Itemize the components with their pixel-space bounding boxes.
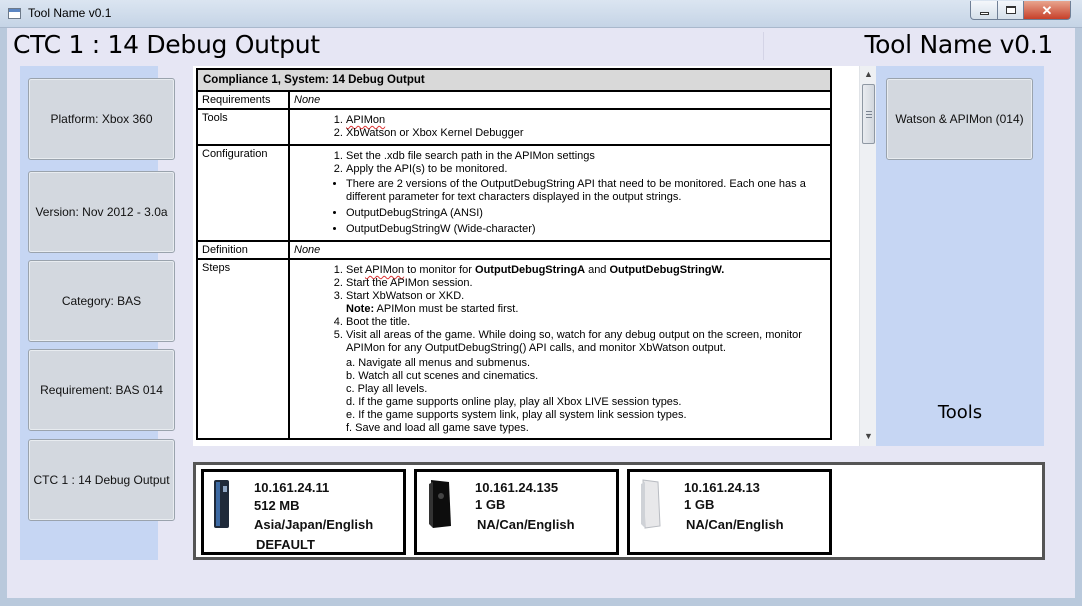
definition-label: Definition	[196, 240, 290, 260]
step-text: to monitor for	[404, 264, 476, 276]
substep: a. Navigate all menus and submenus.	[346, 357, 531, 369]
console-region: NA/Can/English	[477, 517, 575, 532]
substep: f. Save and load all game save types.	[346, 422, 529, 434]
document-viewer[interactable]: Compliance 1, System: 14 Debug Output Re…	[193, 66, 859, 446]
app-icon	[8, 8, 21, 19]
substep: e. If the game supports system link, pla…	[346, 409, 687, 421]
configuration-bullet: There are 2 versions of the OutputDebugS…	[346, 178, 826, 204]
console-card[interactable]: 10.161.24.13 1 GB NA/Can/English	[627, 469, 832, 555]
console-memory: 1 GB	[684, 497, 715, 512]
window-title: Tool Name v0.1	[28, 6, 112, 20]
tools-label: Tools	[196, 108, 290, 146]
step-text: APIMon	[364, 264, 405, 276]
step-item: Start the APIMon session.	[346, 277, 826, 290]
maximize-button[interactable]	[997, 1, 1024, 20]
xbox-console-icon	[214, 480, 229, 528]
step-item: Start XbWatson or XKD.	[346, 290, 465, 302]
version-button[interactable]: Version: Nov 2012 - 3.0a	[28, 171, 175, 253]
page-title: CTC 1 : 14 Debug Output	[13, 30, 320, 59]
console-list: 10.161.24.11 512 MB Asia/Japan/English D…	[193, 462, 1045, 560]
scroll-thumb[interactable]	[862, 84, 875, 144]
main-window-client: CTC 1 : 14 Debug Output Tool Name v0.1 P…	[7, 28, 1075, 598]
scroll-up-icon[interactable]: ▲	[860, 66, 877, 82]
watson-apimon-button[interactable]: Watson & APIMon (014)	[886, 78, 1033, 160]
substep: b. Watch all cut scenes and cinematics.	[346, 370, 539, 382]
console-card[interactable]: 10.161.24.135 1 GB NA/Can/English	[414, 469, 619, 555]
configuration-bullet: OutputDebugStringW (Wide-character)	[346, 223, 826, 236]
requirement-button[interactable]: Requirement: BAS 014	[28, 349, 175, 431]
grip-icon	[865, 110, 872, 118]
requirements-label: Requirements	[196, 90, 290, 110]
close-icon: ✕	[1041, 2, 1053, 18]
configuration-item: Set the .xdb file search path in the API…	[346, 150, 826, 163]
window-titlebar: Tool Name v0.1 ✕	[0, 0, 1082, 28]
ctc-button[interactable]: CTC 1 : 14 Debug Output	[28, 439, 175, 521]
minimize-button[interactable]	[970, 1, 998, 20]
step-item: Visit all areas of the game. While doing…	[346, 329, 826, 355]
header-divider	[763, 32, 764, 60]
console-card[interactable]: 10.161.24.11 512 MB Asia/Japan/English D…	[201, 469, 406, 555]
minimize-icon	[979, 11, 989, 15]
step-item: Boot the title.	[346, 316, 826, 329]
console-region: Asia/Japan/English	[254, 517, 374, 532]
console-region: NA/Can/English	[686, 517, 784, 532]
step-text: OutputDebugStringW.	[609, 264, 725, 276]
definition-value: None	[288, 240, 832, 260]
substep: d. If the game supports online play, pla…	[346, 396, 682, 408]
note-text: APIMon must be started first.	[374, 303, 519, 315]
tools-item: APIMon	[346, 114, 386, 126]
step-text: and	[585, 264, 610, 276]
steps-label: Steps	[196, 258, 290, 440]
scroll-down-icon[interactable]: ▼	[860, 428, 877, 444]
configuration-bullet: OutputDebugStringA (ANSI)	[346, 207, 826, 220]
maximize-icon	[1005, 6, 1016, 14]
requirements-value: None	[288, 90, 832, 110]
substep: c. Play all levels.	[346, 383, 428, 395]
xbox-console-icon	[429, 480, 451, 528]
compliance-heading: Compliance 1, System: 14 Debug Output	[196, 68, 832, 92]
console-ip: 10.161.24.135	[475, 480, 559, 495]
platform-button[interactable]: Platform: Xbox 360	[28, 78, 175, 160]
configuration-label: Configuration	[196, 144, 290, 242]
category-button[interactable]: Category: BAS	[28, 260, 175, 342]
console-ip: 10.161.24.11	[254, 480, 330, 495]
tools-heading: Tools	[937, 402, 983, 423]
app-title: Tool Name v0.1	[864, 30, 1053, 59]
close-button[interactable]: ✕	[1023, 1, 1071, 20]
console-memory: 512 MB	[254, 498, 300, 513]
note-label: Note:	[346, 303, 375, 315]
console-memory: 1 GB	[475, 497, 506, 512]
tools-item: XbWatson or Xbox Kernel Debugger	[346, 127, 524, 139]
step-text: Set	[346, 264, 365, 276]
step-text: OutputDebugStringA	[475, 264, 586, 276]
xbox-console-icon	[641, 479, 661, 529]
tools-value: APIMon XbWatson or Xbox Kernel Debugger	[288, 108, 832, 146]
configuration-value: Set the .xdb file search path in the API…	[288, 144, 832, 242]
compliance-table: Compliance 1, System: 14 Debug Output Re…	[196, 68, 832, 440]
document-scrollbar[interactable]: ▲ ▼	[859, 66, 876, 446]
steps-value: Set APIMon to monitor for OutputDebugStr…	[288, 258, 832, 440]
console-ip: 10.161.24.13	[684, 480, 760, 495]
right-tools-panel: Watson & APIMon (014) Tools	[876, 66, 1044, 446]
left-nav-panel: Platform: Xbox 360 Version: Nov 2012 - 3…	[20, 66, 175, 560]
console-default-tag: DEFAULT	[256, 537, 315, 552]
configuration-item: Apply the API(s) to be monitored.	[346, 163, 826, 176]
